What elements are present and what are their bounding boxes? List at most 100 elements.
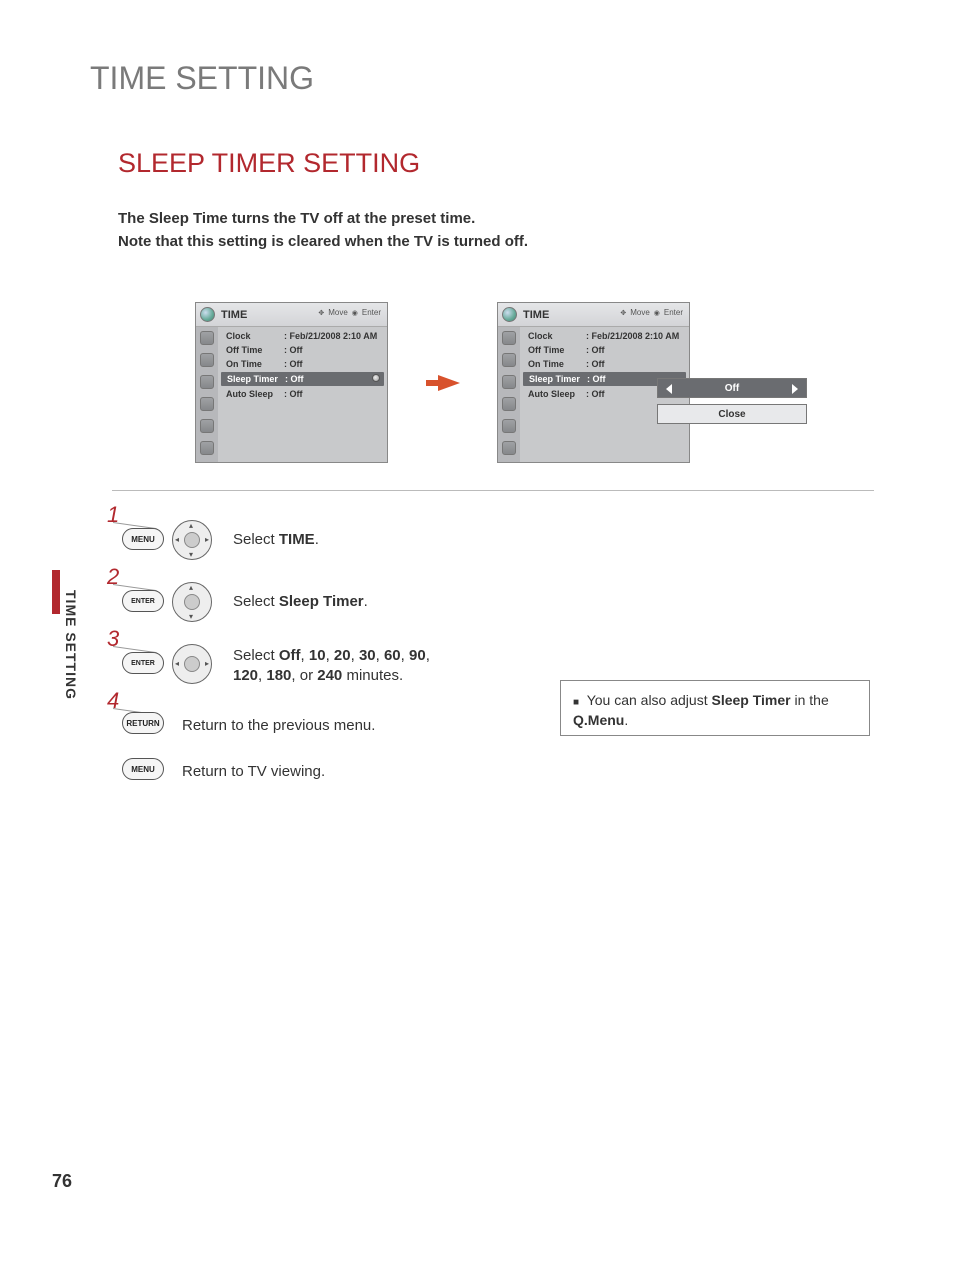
- close-button[interactable]: Close: [657, 404, 807, 424]
- nav-center: [184, 594, 200, 610]
- step-1: 1 MENU ▴ ▾ ◂ ▸ Select TIME.: [107, 506, 527, 568]
- step-number: 1: [107, 502, 119, 528]
- osd-value: : Off: [586, 359, 605, 369]
- t: in the: [791, 692, 829, 708]
- nav-center: [184, 656, 200, 672]
- chevron-down-icon: ▾: [189, 550, 193, 559]
- enter-remote-button[interactable]: ENTER: [122, 590, 164, 612]
- t-bold: 20: [334, 647, 351, 664]
- t-bold: 180: [266, 667, 291, 684]
- osd-header: TIME ✥ Move ◉ Enter: [498, 303, 689, 327]
- osd-label: Auto Sleep: [528, 389, 586, 399]
- t: ENTER: [131, 598, 155, 605]
- sleep-timer-popup: Off Close: [657, 378, 807, 430]
- menu-remote-button[interactable]: MENU: [122, 528, 164, 550]
- osd-value: : Off: [586, 389, 605, 399]
- osd-icon-column: [196, 327, 218, 462]
- enter-remote-button[interactable]: ENTER: [122, 652, 164, 674]
- t-bold: 240: [317, 667, 342, 684]
- close-label: Close: [718, 409, 745, 420]
- osd-value: : Off: [284, 389, 303, 399]
- enter-dot-icon: [372, 374, 380, 382]
- t-bold: 30: [359, 647, 376, 664]
- t: minutes.: [342, 667, 403, 684]
- sleep-timer-option-value: Off: [725, 383, 739, 394]
- step-number: 4: [107, 688, 119, 714]
- bullet-icon: ■: [573, 697, 579, 708]
- osd-row-ontime: On Time : Off: [218, 357, 387, 371]
- menu-icon: [502, 331, 516, 345]
- t: , or: [291, 667, 317, 684]
- nav-pad-leftright[interactable]: ▴▾ ◂ ▸: [172, 644, 212, 684]
- intro-text-line2: Note that this setting is cleared when t…: [118, 233, 528, 250]
- step-text: Return to the previous menu.: [182, 716, 375, 736]
- osd-row-sleep-timer-selected[interactable]: Sleep Timer : Off: [221, 372, 384, 386]
- arrow-right-icon: [438, 375, 460, 391]
- t: ,: [376, 647, 384, 664]
- clock-icon: [200, 307, 215, 322]
- side-section-label: TIME SETTING: [63, 590, 79, 700]
- chevron-right-icon: [792, 384, 798, 394]
- osd-label: On Time: [226, 359, 284, 369]
- enter-hint: Enter: [664, 308, 683, 317]
- osd-title: TIME: [523, 309, 549, 321]
- step-number: 3: [107, 626, 119, 652]
- move-icon: ✥: [318, 309, 324, 317]
- osd-row-autosleep: Auto Sleep : Off: [218, 387, 387, 401]
- move-icon: ✥: [620, 309, 626, 317]
- move-hint: Move: [630, 308, 650, 317]
- osd-header: TIME ✥ Move ◉ Enter: [196, 303, 387, 327]
- osd-value: : Off: [586, 345, 605, 355]
- section-tab: [52, 570, 60, 614]
- step-3: 3 ENTER ▴▾ ◂ ▸ Select Off, 10, 20, 30, 6…: [107, 630, 527, 692]
- t-bold: 120: [233, 667, 258, 684]
- menu-remote-button[interactable]: MENU: [122, 758, 164, 780]
- t: You can also adjust: [587, 692, 712, 708]
- osd-row-offtime: Off Time : Off: [218, 343, 387, 357]
- t-bold: Off: [279, 647, 301, 664]
- t-bold: Sleep Timer: [711, 692, 790, 708]
- step-number: 2: [107, 564, 119, 590]
- osd-row-ontime: On Time : Off: [520, 357, 689, 371]
- osd-icon-column: [498, 327, 520, 462]
- t: Select: [233, 593, 279, 610]
- divider: [112, 490, 874, 491]
- enter-icon: ◉: [654, 309, 660, 317]
- t: .: [364, 593, 368, 610]
- step-text: Select Sleep Timer.: [233, 592, 368, 612]
- t: ,: [301, 647, 309, 664]
- osd-value: : Off: [284, 359, 303, 369]
- osd-value: : Feb/21/2008 2:10 AM: [284, 331, 377, 341]
- osd-row-clock: Clock : Feb/21/2008 2:10 AM: [520, 329, 689, 343]
- t: ENTER: [131, 660, 155, 667]
- osd-hints: ✥ Move ◉ Enter: [620, 308, 683, 317]
- osd-label: Sleep Timer: [227, 374, 285, 384]
- intro-text-line1: The Sleep Time turns the TV off at the p…: [118, 210, 475, 227]
- chevron-up-icon: ▴: [189, 583, 193, 592]
- t: ,: [326, 647, 334, 664]
- osd-hints: ✥ Move ◉ Enter: [318, 308, 381, 317]
- osd-label: On Time: [528, 359, 586, 369]
- t-bold: Sleep Timer: [279, 593, 364, 610]
- step-5: MENU Return to TV viewing.: [107, 748, 527, 804]
- osd-panel-before: TIME ✥ Move ◉ Enter Clock : Feb/21/2008 …: [195, 302, 388, 463]
- sleep-timer-option-selector[interactable]: Off: [657, 378, 807, 398]
- osd-label: Off Time: [528, 345, 586, 355]
- step-4: 4 RETURN Return to the previous menu.: [107, 692, 527, 748]
- nav-pad-all[interactable]: ▴ ▾ ◂ ▸: [172, 520, 212, 560]
- menu-icon: [200, 441, 214, 455]
- chevron-left-icon: [666, 384, 672, 394]
- step-text: Select Off, 10, 20, 30, 60, 90, 120, 180…: [233, 646, 430, 687]
- menu-icon: [200, 353, 214, 367]
- t: ,: [351, 647, 359, 664]
- return-remote-button[interactable]: RETURN: [122, 712, 164, 734]
- nav-pad-updown[interactable]: ▴ ▾ ◂▸: [172, 582, 212, 622]
- instruction-steps: 1 MENU ▴ ▾ ◂ ▸ Select TIME. 2 ENTER ▴ ▾ …: [107, 506, 527, 804]
- step-text: Return to TV viewing.: [182, 762, 325, 782]
- menu-icon: [502, 375, 516, 389]
- chevron-up-icon: ▴: [189, 521, 193, 530]
- osd-value: : Off: [284, 345, 303, 355]
- osd-menu-column: Clock : Feb/21/2008 2:10 AM Off Time : O…: [218, 327, 387, 462]
- t-bold: 10: [309, 647, 326, 664]
- t: ,: [401, 647, 409, 664]
